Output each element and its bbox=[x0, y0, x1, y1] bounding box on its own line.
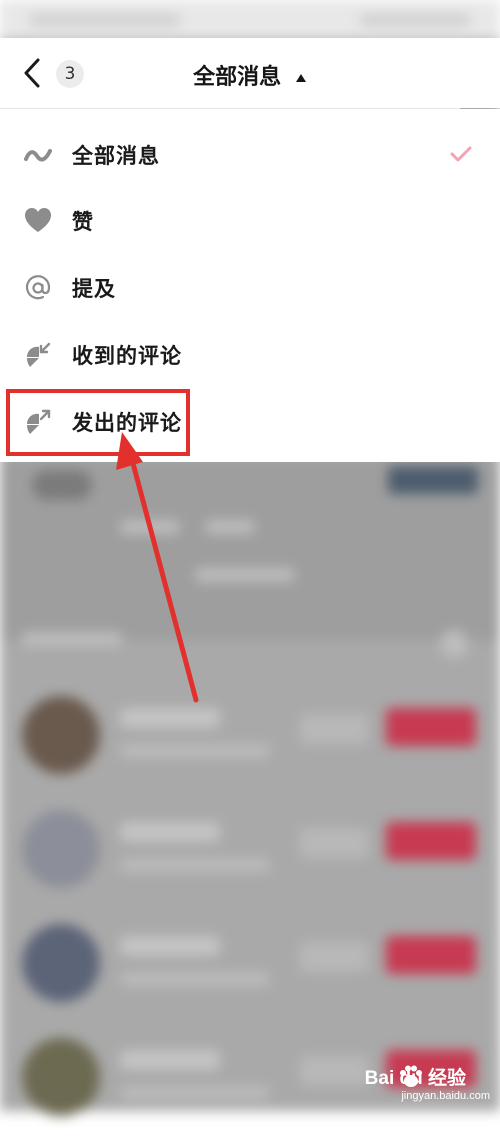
background-card bbox=[0, 460, 500, 658]
at-icon bbox=[25, 275, 51, 300]
menu-item-label: 赞 bbox=[72, 210, 94, 234]
heart-icon bbox=[25, 208, 51, 232]
caret-up-icon bbox=[295, 74, 306, 82]
wave-icon bbox=[24, 149, 52, 162]
status-bar bbox=[0, 0, 500, 40]
header-bar: 全部消息 3 bbox=[0, 38, 500, 108]
watermark-brand: Bai du 经验 bbox=[364, 1068, 466, 1089]
comment-received-icon bbox=[26, 342, 51, 367]
check-icon bbox=[450, 146, 472, 162]
baidu-watermark: Bai du 经验 jingyan.baidu.com bbox=[364, 1063, 494, 1107]
menu-item-label: 全部消息 bbox=[72, 144, 160, 168]
menu-item-mentions[interactable]: 提及 bbox=[0, 254, 500, 320]
watermark-url: jingyan.baidu.com bbox=[401, 1090, 490, 1102]
background-row bbox=[0, 686, 500, 806]
background-row bbox=[0, 800, 500, 920]
menu-item-likes[interactable]: 赞 bbox=[0, 187, 500, 253]
menu-item-label: 提及 bbox=[72, 277, 116, 301]
menu-item-all-messages[interactable]: 全部消息 bbox=[0, 121, 500, 187]
back-arrow-icon[interactable] bbox=[18, 56, 48, 90]
page-title: 全部消息 bbox=[193, 65, 282, 90]
background-row bbox=[0, 914, 500, 1034]
menu-item-label: 收到的评论 bbox=[72, 344, 182, 368]
unread-count-badge: 3 bbox=[56, 60, 84, 88]
menu-item-received-comments[interactable]: 收到的评论 bbox=[0, 321, 500, 387]
highlight-box bbox=[6, 389, 190, 456]
title-dropdown[interactable]: 全部消息 bbox=[193, 59, 307, 91]
